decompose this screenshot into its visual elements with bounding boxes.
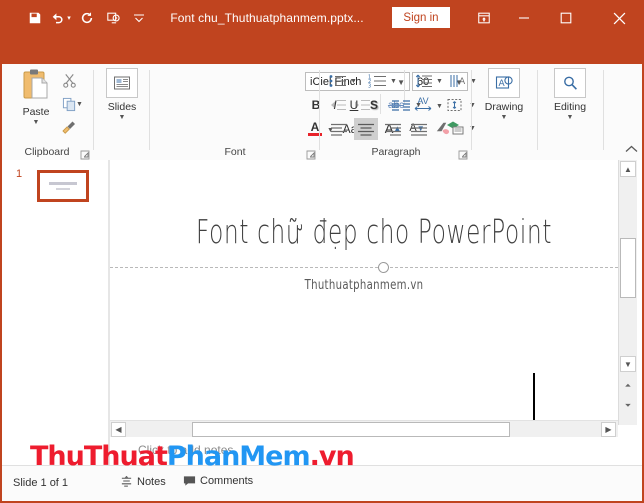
svg-text:A: A (459, 77, 466, 87)
minimize-icon[interactable] (506, 0, 542, 36)
notes-button[interactable]: Notes (120, 475, 166, 488)
powerpoint-window: ▾ Font chu_Thuthuatphanmem.pptx... Sign … (0, 0, 644, 503)
ribbon-tab-row: File Home Insert Design Transi Anim Slid… (0, 36, 644, 100)
horizontal-scroll-thumb[interactable] (192, 422, 510, 437)
drawing-icon: A (488, 68, 520, 98)
bullets-button[interactable] (328, 72, 348, 90)
collapse-ribbon-icon[interactable] (625, 144, 638, 156)
cut-icon[interactable] (58, 70, 80, 90)
ribbon: Paste ▼ ▼ Clipboard Slides ▼ iCiel Finch… (0, 64, 644, 161)
paste-icon (23, 69, 48, 99)
numbering-caret-icon[interactable]: ▼ (390, 78, 397, 85)
ribbon-group-editing: Editing ▼ (538, 64, 604, 160)
clipboard-dialog-launcher-icon[interactable] (80, 147, 90, 160)
align-left-button[interactable] (328, 120, 350, 138)
text-direction-button[interactable]: A (448, 72, 468, 90)
watermark-part-2: PhanMem (166, 441, 311, 472)
watermark: ThuThuatPhanMem.vn (30, 441, 355, 472)
drawing-label: Drawing (484, 101, 524, 113)
scroll-down-arrow-icon[interactable]: ▼ (620, 356, 636, 372)
next-slide-button[interactable]: ⏷ (620, 398, 636, 413)
customize-quick-access-toolbar-icon[interactable] (126, 4, 152, 32)
line-spacing-caret-icon[interactable]: ▼ (436, 78, 443, 85)
align-right-button[interactable] (382, 120, 404, 138)
drawing-button[interactable]: A Drawing ▼ (478, 68, 530, 142)
paste-label: Paste (22, 106, 50, 118)
ribbon-display-options-icon[interactable] (466, 0, 502, 36)
slide-title-text[interactable]: Font chữ đẹp cho PowerPoint (196, 212, 551, 251)
copy-dropdown-caret-icon[interactable]: ▼ (76, 101, 83, 108)
thumbnail-number: 1 (16, 168, 23, 180)
redo-icon[interactable] (74, 4, 100, 32)
ribbon-group-font: iCiel Finch ▼ 60 ▼ B I U S abc AV ▼ A ▼ … (150, 64, 468, 160)
save-icon[interactable] (22, 4, 48, 32)
window-title-text: Font chu_Thuthuatphanmem.pptx... (170, 11, 364, 25)
undo-icon[interactable]: ▾ (48, 4, 74, 32)
watermark-part-3: .vn (309, 441, 355, 472)
ribbon-group-paragraph: ▼ 123 ▼ ▼ A ▼ ▼ ▼ ▼ Paragraph (320, 64, 477, 160)
editing-button[interactable]: Editing ▼ (544, 68, 596, 142)
paragraph-group-label: Paragraph (371, 146, 421, 158)
decrease-indent-button[interactable] (328, 96, 348, 114)
slide-subtitle-text[interactable]: Thuthuatphanmem.vn (177, 278, 551, 293)
quick-access-toolbar: ▾ (22, 0, 152, 36)
sign-in-label: Sign in (403, 11, 439, 24)
notes-icon (120, 475, 133, 488)
format-painter-icon[interactable] (58, 116, 80, 136)
increase-indent-button[interactable] (352, 96, 372, 114)
horizontal-scrollbar[interactable]: ◀ ▶ (110, 420, 618, 438)
scroll-up-arrow-icon[interactable]: ▲ (620, 161, 636, 177)
text-cursor (533, 373, 535, 421)
watermark-part-1: ThuThuat (30, 441, 168, 472)
ribbon-group-slides: Slides ▼ (94, 64, 150, 160)
columns-button[interactable] (390, 96, 412, 114)
editing-label: Editing (553, 101, 587, 113)
placeholder-selection-border (110, 267, 618, 268)
paste-dropdown-caret-icon[interactable]: ▼ (33, 119, 40, 126)
slides-label: Slides (107, 101, 137, 113)
slides-button[interactable]: Slides ▼ (96, 68, 148, 142)
paste-button[interactable]: Paste ▼ (12, 68, 60, 142)
svg-text:3: 3 (368, 84, 371, 89)
previous-slide-button[interactable]: ⏶ (620, 378, 636, 393)
maximize-icon[interactable] (548, 0, 584, 36)
bullets-caret-icon[interactable]: ▼ (350, 78, 357, 85)
comments-label: Comments (200, 475, 254, 487)
align-text-button[interactable] (444, 96, 466, 114)
justify-button[interactable] (408, 120, 430, 138)
font-dialog-launcher-icon[interactable] (306, 147, 316, 160)
slide-count-label: Slide 1 of 1 (13, 477, 69, 489)
close-icon[interactable] (601, 0, 637, 36)
comments-button[interactable]: Comments (183, 475, 253, 487)
slide-surface[interactable]: Font chữ đẹp cho PowerPoint Thuthuatphan… (110, 160, 618, 423)
drawing-dropdown-caret-icon[interactable]: ▼ (501, 114, 508, 121)
slides-dropdown-caret-icon[interactable]: ▼ (119, 114, 126, 121)
comment-bubble-icon (183, 475, 196, 487)
slide-thumbnail-1[interactable] (37, 170, 89, 202)
scroll-right-arrow-icon[interactable]: ▶ (601, 422, 616, 437)
font-group-label: Font (224, 146, 246, 158)
slide-thumbnail-pane[interactable]: 1 (4, 160, 109, 465)
slides-icon (106, 68, 138, 98)
vertical-scrollbar[interactable]: ▲ ▼ ⏶ ⏷ (618, 160, 637, 425)
ribbon-group-clipboard: Paste ▼ ▼ Clipboard (0, 64, 94, 160)
title-bar: ▾ Font chu_Thuthuatphanmem.pptx... Sign … (0, 0, 644, 36)
search-icon (554, 68, 586, 98)
align-center-button[interactable] (354, 118, 378, 140)
editing-dropdown-caret-icon[interactable]: ▼ (567, 114, 574, 121)
line-spacing-button[interactable] (414, 72, 434, 90)
resize-handle[interactable] (378, 262, 389, 273)
vertical-scroll-thumb[interactable] (620, 238, 636, 298)
notes-label: Notes (137, 475, 166, 488)
numbering-button[interactable]: 123 (366, 72, 388, 90)
sign-in-button[interactable]: Sign in (392, 7, 450, 28)
start-presentation-icon[interactable] (100, 4, 126, 32)
convert-to-smartart-button[interactable] (444, 118, 466, 136)
ribbon-group-drawing: A Drawing ▼ (472, 64, 538, 160)
columns-caret-icon[interactable]: ▼ (415, 102, 422, 109)
paragraph-dialog-launcher-icon[interactable] (458, 147, 468, 160)
scroll-left-arrow-icon[interactable]: ◀ (111, 422, 126, 437)
